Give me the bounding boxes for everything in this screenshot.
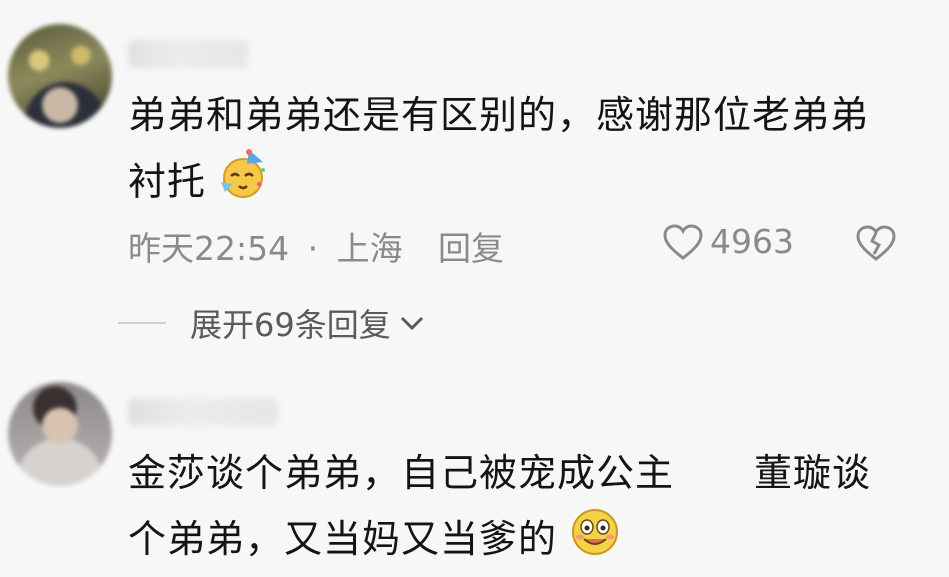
like-count: 4963 bbox=[710, 222, 794, 261]
heart-icon bbox=[663, 223, 703, 260]
comment-text: 金莎谈个弟弟，自己被宠成公主 董璇谈 个弟弟，又当妈又当爹的 bbox=[128, 440, 918, 577]
smiling-face-icon bbox=[570, 507, 620, 577]
username-blurred[interactable] bbox=[128, 40, 248, 68]
dislike-button[interactable] bbox=[855, 224, 897, 266]
expand-replies-button[interactable]: 展开69条回复 bbox=[118, 300, 427, 346]
avatar[interactable] bbox=[8, 382, 112, 486]
reply-button[interactable]: 回复 bbox=[438, 222, 504, 270]
chevron-down-icon bbox=[400, 316, 423, 331]
like-button[interactable]: 4963 bbox=[662, 222, 794, 261]
comment-text: 弟弟和弟弟还是有区别的，感谢那位老弟弟 衬托 bbox=[128, 82, 918, 220]
comment-meta: 昨天22:54 · 上海 bbox=[128, 222, 403, 270]
party-face-icon bbox=[219, 148, 271, 220]
comment-time: 昨天22:54 bbox=[128, 229, 290, 268]
broken-heart-icon bbox=[856, 225, 896, 261]
avatar[interactable] bbox=[8, 24, 112, 128]
meta-dot: · bbox=[307, 229, 319, 268]
divider-line bbox=[118, 322, 166, 324]
expand-replies-label: 展开69条回复 bbox=[190, 306, 391, 344]
comment-location: 上海 bbox=[336, 229, 403, 268]
username-blurred[interactable] bbox=[128, 398, 278, 426]
